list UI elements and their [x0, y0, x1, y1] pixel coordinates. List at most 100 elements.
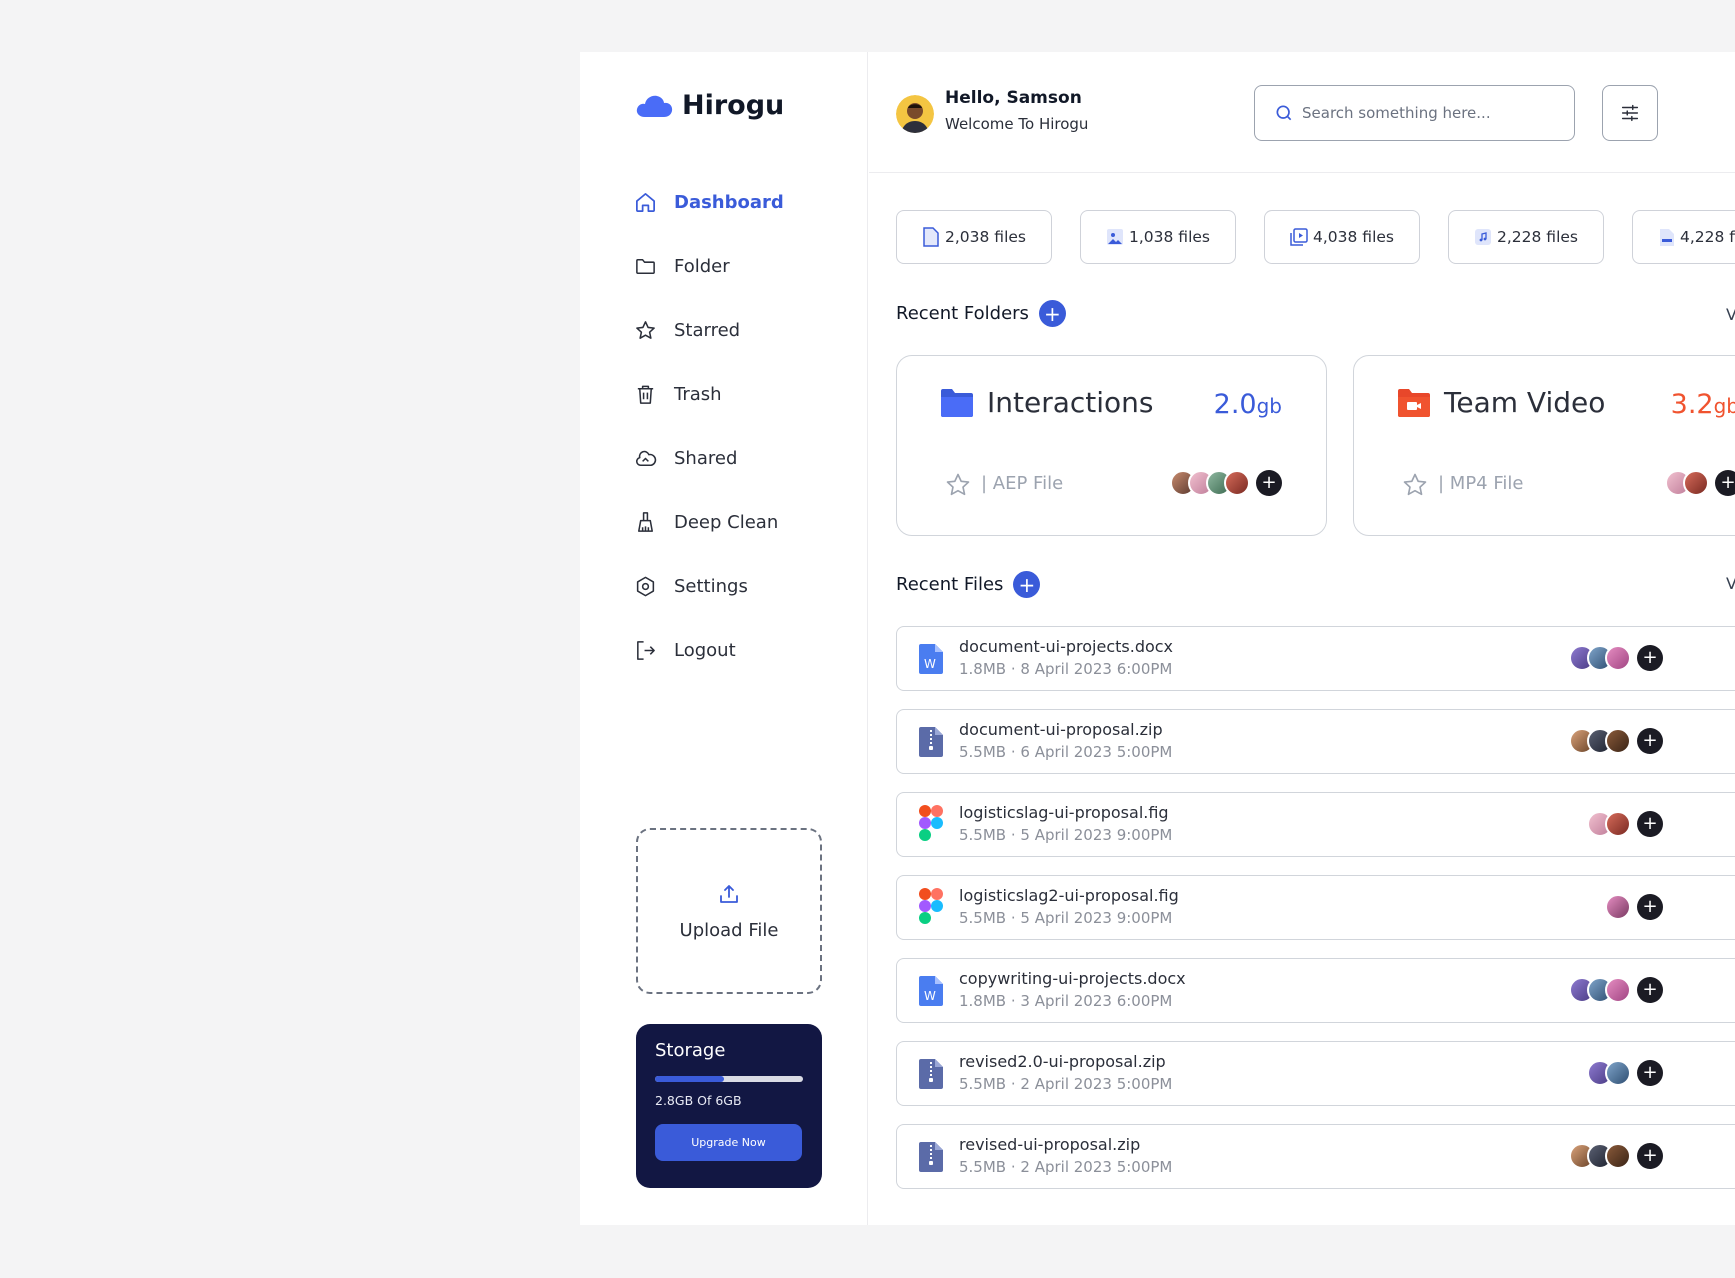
add-member-button[interactable]: + — [1637, 894, 1663, 920]
star-button[interactable] — [1401, 471, 1429, 499]
recent-files-title: Recent Files — [896, 574, 1004, 595]
file-members: + — [1549, 1060, 1735, 1086]
file-members: + — [1549, 811, 1735, 837]
video-icon — [1290, 228, 1308, 246]
top-header: Hello, Samson Welcome To Hirogu — [869, 52, 1735, 173]
home-icon — [636, 192, 655, 212]
document-icon — [923, 227, 939, 247]
sidebar-nav: Dashboard Folder Starred Trash Shared De… — [634, 170, 784, 682]
sidebar-item-label: Settings — [674, 575, 748, 597]
avatar — [1605, 645, 1631, 671]
greeting-title: Hello, Samson — [945, 88, 1082, 108]
folder-size: 3.2gb — [1671, 389, 1735, 420]
cloud-icon — [636, 95, 673, 117]
chip-label: 2,228 files — [1497, 228, 1578, 246]
upload-icon — [720, 884, 738, 903]
file-members: + — [1549, 728, 1735, 754]
view-all-files-link[interactable]: View all — [1726, 574, 1735, 593]
sidebar-item-label: Dashboard — [674, 191, 784, 213]
search-box[interactable] — [1254, 85, 1575, 141]
add-member-button[interactable]: + — [1637, 977, 1663, 1003]
add-member-button[interactable]: + — [1637, 811, 1663, 837]
star-icon — [1403, 473, 1427, 496]
add-member-button[interactable]: + — [1637, 728, 1663, 754]
storage-title: Storage — [655, 1040, 726, 1061]
storage-card: Storage 2.8GB Of 6GB Upgrade Now — [636, 1024, 822, 1188]
view-all-folders-link[interactable]: View all — [1726, 305, 1735, 324]
chip-files[interactable]: 4,228 files — [1632, 210, 1735, 264]
chip-music[interactable]: 2,228 files — [1448, 210, 1604, 264]
avatar — [1605, 728, 1631, 754]
file-row[interactable]: W copywriting-ui-projects.docx 1.8MB · 3… — [896, 958, 1735, 1023]
upgrade-now-button[interactable]: Upgrade Now — [655, 1124, 802, 1161]
file-members: + — [1549, 645, 1735, 671]
avatar[interactable] — [896, 95, 934, 133]
folder-card-team-video[interactable]: Team Video 3.2gb | MP4 File + — [1353, 355, 1735, 536]
add-member-button[interactable]: + — [1637, 1143, 1663, 1169]
file-meta: 1.8MB · 8 April 2023 6:00PM — [959, 660, 1173, 678]
chip-images[interactable]: 1,038 files — [1080, 210, 1236, 264]
sidebar-item-settings[interactable]: Settings — [634, 554, 784, 618]
star-icon — [636, 320, 655, 339]
chip-documents[interactable]: 2,038 files — [896, 210, 1052, 264]
shared-icon — [636, 450, 657, 466]
sidebar-item-starred[interactable]: Starred — [634, 298, 784, 362]
folder-type: | MP4 File — [1438, 473, 1524, 494]
image-icon — [1107, 229, 1123, 245]
upload-file-label: Upload File — [679, 919, 779, 941]
sidebar-item-dashboard[interactable]: Dashboard — [634, 170, 784, 234]
file-meta: 5.5MB · 6 April 2023 5:00PM — [959, 743, 1173, 761]
file-row[interactable]: revised2.0-ui-proposal.zip 5.5MB · 2 Apr… — [896, 1041, 1735, 1106]
star-icon — [946, 473, 970, 496]
add-folder-button[interactable]: + — [1038, 300, 1066, 327]
folder-card-interactions[interactable]: Interactions 2.0gb | AEP File + — [896, 355, 1327, 536]
folder-type: | AEP File — [981, 473, 1064, 494]
file-members: + — [1549, 894, 1735, 920]
file-row[interactable]: logisticslag-ui-proposal.fig 5.5MB · 5 A… — [896, 792, 1735, 857]
star-button[interactable] — [944, 471, 972, 499]
sidebar-item-folder[interactable]: Folder — [634, 234, 784, 298]
chip-label: 4,228 files — [1680, 228, 1735, 246]
gear-icon — [636, 576, 655, 596]
sidebar-item-deep-clean[interactable]: Deep Clean — [634, 490, 784, 554]
folder-name: Interactions — [987, 386, 1154, 419]
sidebar-item-logout[interactable]: Logout — [634, 618, 784, 682]
storage-progress-bar — [655, 1076, 803, 1082]
file-meta: 5.5MB · 5 April 2023 9:00PM — [959, 909, 1173, 927]
chip-label: 2,038 files — [945, 228, 1026, 246]
sidebar-item-shared[interactable]: Shared — [634, 426, 784, 490]
word-file-icon: W — [919, 644, 943, 674]
search-input[interactable] — [1302, 104, 1552, 122]
add-member-button[interactable]: + — [1256, 470, 1282, 496]
file-name: document-ui-projects.docx — [959, 637, 1174, 656]
sidebar-item-label: Deep Clean — [674, 511, 779, 533]
logo[interactable]: Hirogu — [636, 90, 784, 121]
recent-folders-header: Recent Folders + — [896, 300, 1066, 327]
file-row[interactable]: W document-ui-projects.docx 1.8MB · 8 Ap… — [896, 626, 1735, 691]
chip-videos[interactable]: 4,038 files — [1264, 210, 1420, 264]
file-name: revised2.0-ui-proposal.zip — [959, 1052, 1166, 1071]
file-row[interactable]: document-ui-proposal.zip 5.5MB · 6 April… — [896, 709, 1735, 774]
upload-file-dropzone[interactable]: Upload File — [636, 828, 822, 994]
add-member-button[interactable]: + — [1637, 645, 1663, 671]
music-icon — [1475, 229, 1491, 245]
folder-type-label: MP4 File — [1449, 473, 1524, 494]
add-member-button[interactable]: + — [1637, 1060, 1663, 1086]
avatar — [1605, 1143, 1631, 1169]
folder-members: + — [1665, 470, 1735, 496]
sidebar-item-trash[interactable]: Trash — [634, 362, 784, 426]
file-name: copywriting-ui-projects.docx — [959, 969, 1186, 988]
file-row[interactable]: revised-ui-proposal.zip 5.5MB · 2 April … — [896, 1124, 1735, 1189]
add-file-button[interactable]: + — [1013, 571, 1041, 598]
filter-button[interactable] — [1602, 85, 1658, 141]
trash-icon — [637, 385, 654, 404]
avatar — [1605, 811, 1631, 837]
file-members: + — [1549, 977, 1735, 1003]
storage-used-text: 2.8GB Of 6GB — [655, 1093, 742, 1108]
folder-icon — [941, 389, 973, 417]
file-row[interactable]: logisticslag2-ui-proposal.fig 5.5MB · 5 … — [896, 875, 1735, 940]
zip-file-icon — [919, 1142, 943, 1172]
file-meta: 5.5MB · 2 April 2023 5:00PM — [959, 1075, 1173, 1093]
add-member-button[interactable]: + — [1715, 470, 1735, 496]
avatar — [1683, 470, 1709, 496]
